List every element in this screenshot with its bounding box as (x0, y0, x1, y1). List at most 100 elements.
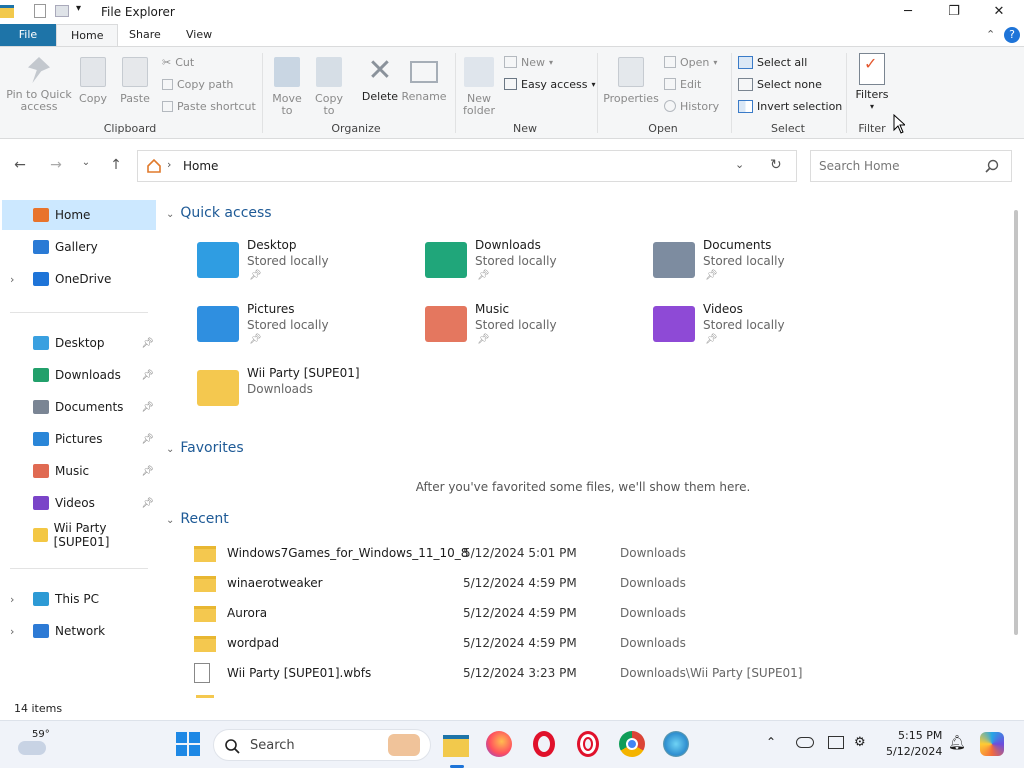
clock-time[interactable]: 5:15 PM (898, 729, 942, 742)
collapse-ribbon-icon[interactable]: ⌃ (986, 28, 995, 41)
weather-widget[interactable]: 59° (14, 727, 54, 763)
paste-button[interactable]: Paste (118, 57, 152, 105)
taskbar-file-explorer[interactable] (443, 731, 471, 759)
up-arrow-icon[interactable]: ↑ (106, 157, 126, 175)
select-all-button[interactable]: Select all (738, 52, 807, 72)
sidebar-item-wii-party-supe01[interactable]: Wii Party [SUPE01] (2, 520, 156, 550)
easy-access-button[interactable]: Easy access ▾ (504, 74, 596, 94)
paste-shortcut-button[interactable]: Paste shortcut (162, 96, 256, 116)
start-button[interactable] (175, 731, 203, 759)
pin-icon: 📌︎ (141, 465, 154, 477)
sidebar-item-desktop[interactable]: Desktop 📌︎ (2, 328, 156, 358)
quick-access-name: Desktop (247, 238, 297, 252)
quick-access-item[interactable]: Downloads Stored locally 📌︎ (425, 238, 645, 294)
properties-quick-icon[interactable] (34, 4, 46, 18)
recent-section-header[interactable]: ⌄ Recent (166, 511, 229, 527)
forward-arrow-icon[interactable]: → (46, 157, 66, 175)
breadcrumb-home[interactable]: Home (183, 159, 218, 173)
quick-access-item[interactable]: Desktop Stored locally 📌︎ (197, 238, 417, 294)
help-icon[interactable]: ? (1004, 27, 1020, 43)
invert-selection-button[interactable]: Invert selection (738, 96, 842, 116)
history-button[interactable]: History (664, 96, 719, 116)
search-box[interactable]: Search Home (810, 150, 1012, 182)
taskbar-opera[interactable] (531, 731, 559, 759)
taskbar-firefox[interactable] (486, 731, 514, 759)
properties-button[interactable]: Properties (602, 57, 660, 105)
pin-icon: 📌︎ (141, 369, 154, 381)
cut-button[interactable]: ✂ Cut (162, 52, 194, 72)
refresh-icon[interactable]: ↻ (770, 157, 782, 173)
copy-to-button[interactable]: Copy to (312, 57, 346, 117)
back-arrow-icon[interactable]: ← (10, 157, 30, 175)
sidebar-item-music[interactable]: Music 📌︎ (2, 456, 156, 486)
minimize-button[interactable]: ─ (885, 0, 931, 22)
recent-row[interactable]: Aurora 5/12/2024 4:59 PM Downloads (194, 599, 994, 629)
favorites-section-header[interactable]: ⌄ Favorites (166, 440, 244, 456)
close-button[interactable]: ✕ (976, 0, 1022, 22)
taskbar-opera-gx[interactable] (575, 731, 603, 759)
sidebar-item-this-pc[interactable]: › This PC (2, 584, 156, 614)
sidebar-item-gallery[interactable]: Gallery (2, 232, 156, 262)
quick-access-item[interactable]: Videos Stored locally 📌︎ (653, 302, 873, 358)
quick-access-section-header[interactable]: ⌄ Quick access (166, 205, 272, 221)
address-dropdown-icon[interactable]: ⌄ (735, 158, 744, 171)
quick-access-item[interactable]: Documents Stored locally 📌︎ (653, 238, 873, 294)
quick-access-item[interactable]: Wii Party [SUPE01] Downloads (197, 366, 417, 422)
quick-access-item[interactable]: Pictures Stored locally 📌︎ (197, 302, 417, 358)
new-folder-button[interactable]: New folder (460, 57, 498, 117)
tab-file[interactable]: File (0, 24, 56, 46)
tab-home[interactable]: Home (56, 24, 119, 46)
expand-chevron-icon[interactable]: › (10, 273, 14, 286)
recent-location: Downloads (620, 576, 686, 590)
display-icon[interactable] (828, 736, 844, 749)
sidebar-item-videos[interactable]: Videos 📌︎ (2, 488, 156, 518)
sidebar-item-home[interactable]: Home (2, 200, 156, 230)
recent-row[interactable]: Wii Party [SUPE01].wbfs 5/12/2024 3:23 PM… (194, 659, 994, 689)
delete-button[interactable]: ✕ Delete (360, 55, 400, 103)
move-to-button[interactable]: Move to (270, 57, 304, 117)
recent-row[interactable]: wordpad 5/12/2024 4:59 PM Downloads (194, 629, 994, 659)
copy-path-button[interactable]: Copy path (162, 74, 233, 94)
sidebar-item-pictures[interactable]: Pictures 📌︎ (2, 424, 156, 454)
clock-date[interactable]: 5/12/2024 (886, 745, 942, 758)
maximize-button[interactable]: ❐ (931, 0, 977, 22)
show-hidden-icons-chevron[interactable]: ⌃ (766, 735, 776, 749)
sidebar-item-onedrive[interactable]: › OneDrive (2, 264, 156, 294)
sidebar-item-documents[interactable]: Documents 📌︎ (2, 392, 156, 422)
sidebar-folder-icon (33, 624, 49, 638)
recent-locations-chevron-icon[interactable]: ⌄ (76, 157, 96, 175)
pin-to-quick-access-button[interactable]: Pin to Quick access (6, 57, 72, 113)
quick-access-name: Videos (703, 302, 743, 316)
folder-app-icon (0, 5, 14, 18)
folder-icon (425, 242, 467, 278)
address-bar[interactable]: › Home ⌄ ↻ (137, 150, 797, 182)
quick-access-item[interactable]: Music Stored locally 📌︎ (425, 302, 645, 358)
scrollbar[interactable] (1014, 210, 1018, 635)
expand-chevron-icon[interactable]: › (10, 625, 14, 638)
ribbon-tab-row: File Home Share View ⌃ ? (0, 24, 1024, 46)
recent-row[interactable]: winaerotweaker 5/12/2024 4:59 PM Downloads (194, 569, 994, 599)
network-status-icon[interactable]: ⚙ (854, 735, 866, 750)
open-button[interactable]: Open ▾ (664, 52, 717, 72)
filters-button[interactable]: ✓ Filters ▾ (852, 53, 892, 113)
search-input[interactable]: Search Home (819, 159, 899, 173)
onedrive-sync-icon[interactable] (796, 737, 814, 748)
taskbar-chrome[interactable] (619, 731, 647, 759)
select-none-button[interactable]: Select none (738, 74, 822, 94)
new-item-button[interactable]: New ▾ (504, 52, 553, 72)
copilot-icon[interactable] (980, 732, 1004, 756)
notification-bell-icon[interactable]: 🔔︎ (948, 735, 966, 751)
sidebar-item-downloads[interactable]: Downloads 📌︎ (2, 360, 156, 390)
new-folder-quick-icon[interactable] (55, 5, 69, 17)
taskbar-search-box[interactable]: Search (213, 729, 431, 761)
expand-chevron-icon[interactable]: › (10, 593, 14, 606)
tab-view[interactable]: View (172, 24, 226, 46)
rename-button[interactable]: Rename (401, 57, 447, 103)
sidebar-item-network[interactable]: › Network (2, 616, 156, 646)
edit-button[interactable]: Edit (664, 74, 701, 94)
recent-row[interactable]: Windows7Games_for_Windows_11_10_8 5/12/20… (194, 539, 994, 569)
taskbar-aurora[interactable] (663, 731, 691, 759)
tab-share[interactable]: Share (115, 24, 175, 46)
copy-button[interactable]: Copy (76, 57, 110, 105)
quick-access-toolbar-dropdown-icon[interactable]: ▾ (76, 3, 81, 14)
